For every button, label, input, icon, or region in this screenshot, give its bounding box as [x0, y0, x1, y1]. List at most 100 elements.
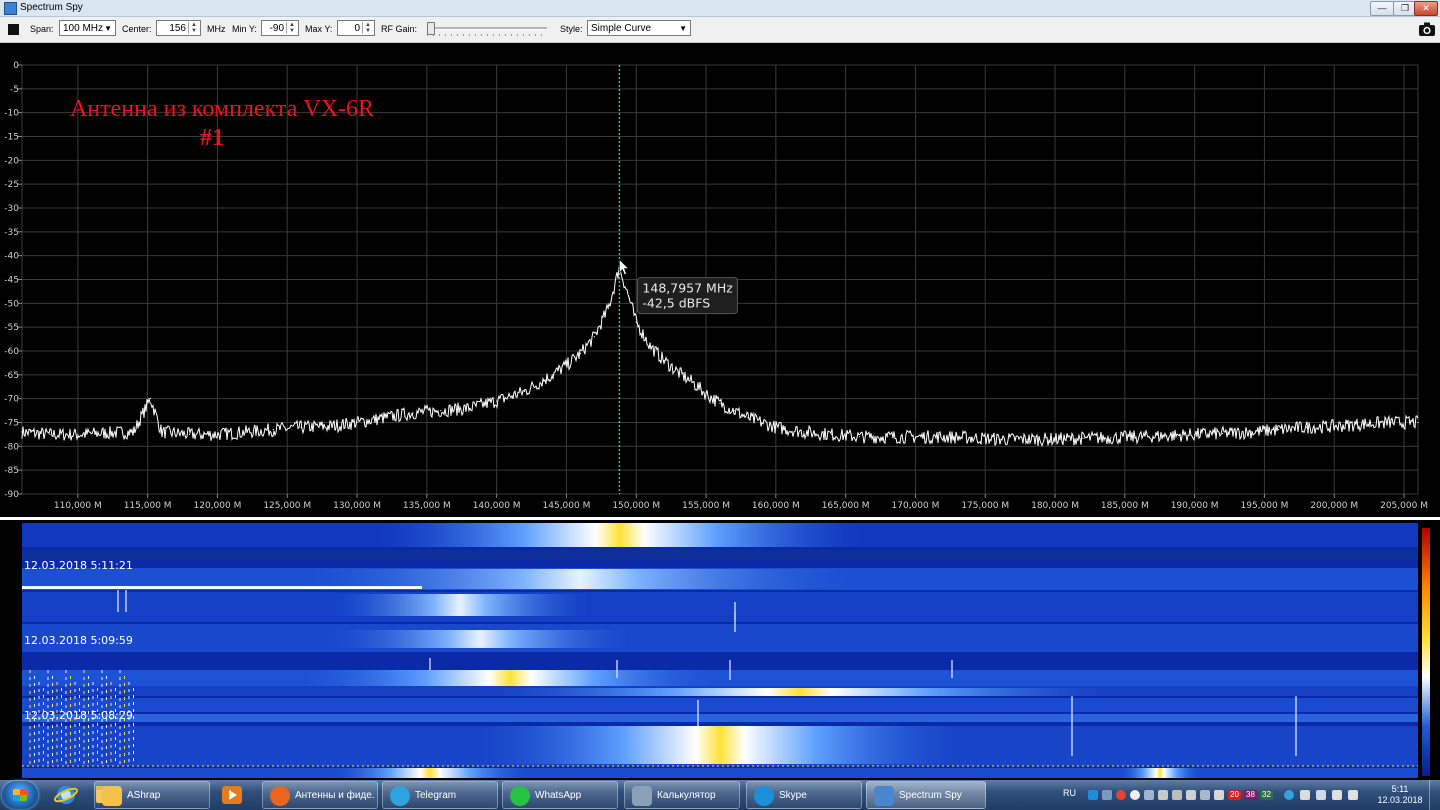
language-indicator[interactable]: RU — [1063, 788, 1076, 798]
flag-tray-icon[interactable] — [1300, 790, 1310, 800]
taskbar-task[interactable]: Spectrum Spy — [866, 781, 986, 809]
monitor-tray-icon[interactable] — [1316, 790, 1326, 800]
taskbar-task-label: WhatsApp — [535, 790, 582, 801]
spectrum-point — [1249, 431, 1252, 433]
network-tray-icon[interactable] — [1102, 790, 1112, 800]
rfgain-thumb[interactable] — [427, 22, 435, 35]
spectrum-point — [244, 431, 246, 433]
spectrum-point — [677, 371, 679, 374]
keyboard-tray-icon[interactable] — [1144, 790, 1154, 800]
spectrum-point — [384, 417, 386, 419]
internet-explorer-icon[interactable] — [48, 782, 84, 808]
x-tick-label: 110,000 M — [54, 501, 102, 511]
spectrum-point — [1221, 432, 1224, 435]
settings-tray-icon[interactable] — [1158, 790, 1168, 800]
show-desktop-button[interactable] — [1429, 780, 1440, 810]
miny-label: Min Y: — [232, 24, 257, 34]
spectrum-point — [149, 398, 152, 400]
x-tick-label: 155,000 M — [682, 501, 730, 511]
toolbar: Span: 100 MHz ▼ Center: 156 ▲ ▼ MHz Min Y… — [0, 17, 1440, 43]
taskbar-task-label: Spectrum Spy — [899, 790, 962, 801]
spectrum-point — [216, 433, 219, 436]
spectrum-point — [579, 352, 582, 354]
camera-icon[interactable] — [1418, 21, 1436, 37]
y-tick-label: -10 — [4, 109, 19, 119]
spectrum-point — [1361, 423, 1363, 425]
spectrum-point — [1166, 435, 1168, 437]
spectrum-point — [803, 431, 805, 433]
device-tray-icon[interactable] — [1200, 790, 1210, 800]
media-player-icon[interactable] — [214, 782, 250, 808]
x-tick-label: 135,000 M — [403, 501, 451, 511]
spectrum-point — [628, 297, 630, 300]
y-tick-label: -60 — [4, 347, 19, 357]
x-tick-label: 195,000 M — [1241, 501, 1289, 511]
taskbar-task[interactable]: Антенны и фиде... — [262, 781, 378, 809]
close-button[interactable]: ✕ — [1414, 1, 1438, 16]
maxy-input[interactable]: 0 ▲ ▼ — [337, 20, 375, 36]
taskbar-task[interactable]: Skype — [746, 781, 862, 809]
maxy-spinner[interactable]: ▲ ▼ — [362, 22, 373, 34]
firefox-icon — [270, 786, 290, 806]
overlay-subtitle: #1 — [200, 125, 224, 151]
taskbar-task[interactable]: Калькулятор — [624, 781, 740, 809]
usb-tray-icon[interactable] — [1186, 790, 1196, 800]
y-tick-label: -15 — [4, 133, 19, 143]
tray-badge[interactable]: 38 — [1244, 790, 1257, 800]
window-tray-icon[interactable] — [1214, 790, 1224, 800]
spectrum-point — [1333, 425, 1335, 427]
center-label: Center: — [122, 24, 152, 34]
x-tick-label: 125,000 M — [263, 501, 311, 511]
y-tick-label: -5 — [10, 85, 19, 95]
taskbar-clock[interactable]: 5:11 12.03.2018 — [1376, 784, 1424, 806]
color-swatch-icon[interactable] — [8, 24, 19, 35]
network-status-icon[interactable] — [1332, 790, 1342, 800]
spectrum-chart[interactable]: 0 -5 -10 -15 -20 -25 -30 -35 -40 -45 -50 -55 -60 -65 -… — [0, 43, 1440, 517]
x-tick-label: 160,000 M — [752, 501, 800, 511]
clock-tray-icon[interactable] — [1130, 790, 1140, 800]
chevron-down-icon: ▼ — [104, 24, 112, 33]
spectrum-point — [356, 421, 358, 424]
center-spinner[interactable]: ▲ ▼ — [188, 22, 199, 34]
y-tick-label: -30 — [4, 204, 19, 214]
x-tick-label: 150,000 M — [612, 501, 660, 511]
color-scale-bar — [1422, 528, 1430, 776]
telegram-tray-icon[interactable] — [1284, 790, 1294, 800]
chrome-tray-icon[interactable] — [1116, 790, 1126, 800]
cursor-tooltip: 148,7957 MHz -42,5 dBFS — [636, 277, 738, 315]
taskbar-task[interactable]: AShrap — [94, 781, 210, 809]
spectrum-point — [942, 436, 944, 438]
skype-tray-icon[interactable] — [1088, 790, 1098, 800]
chevron-down-icon: ▼ — [679, 24, 687, 33]
start-button[interactable] — [2, 781, 38, 809]
taskbar-task-label: Антенны и фиде... — [295, 790, 375, 801]
telegram-icon — [390, 786, 410, 806]
minimize-button[interactable]: — — [1370, 1, 1394, 16]
taskbar-task[interactable]: WhatsApp — [502, 781, 618, 809]
tray-badge[interactable]: 20 — [1228, 790, 1241, 800]
waterfall-timestamp: 12.03.2018 5:08:29 — [24, 709, 133, 722]
y-tick-label: -35 — [4, 228, 19, 238]
center-value: 156 — [169, 23, 186, 34]
x-tick-label: 115,000 M — [124, 501, 172, 511]
app-icon — [4, 2, 17, 15]
tray-badge[interactable]: 32 — [1260, 790, 1273, 800]
taskbar-task[interactable]: Telegram — [382, 781, 498, 809]
window-titlebar: Spectrum Spy — ❐ ✕ — [0, 0, 1440, 17]
waterfall-display[interactable]: 12.03.2018 5:11:21 12.03.2018 5:09:59 12… — [0, 520, 1440, 780]
style-select[interactable]: Simple Curve ▼ — [587, 20, 691, 36]
skype-icon — [754, 786, 774, 806]
miny-input[interactable]: -90 ▲ ▼ — [261, 20, 299, 36]
volume-icon[interactable] — [1348, 790, 1358, 800]
rfgain-slider[interactable] — [425, 22, 549, 36]
spectrum-point — [1110, 437, 1112, 439]
spectrum-point — [733, 409, 735, 412]
spectrum-spy-icon — [874, 786, 894, 806]
miny-spinner[interactable]: ▲ ▼ — [286, 22, 297, 34]
tools-tray-icon[interactable] — [1172, 790, 1182, 800]
x-tick-label: 120,000 M — [194, 501, 242, 511]
y-tick-label: -65 — [4, 371, 19, 381]
center-input[interactable]: 156 ▲ ▼ — [156, 20, 201, 36]
span-select[interactable]: 100 MHz ▼ — [59, 20, 116, 36]
spectrum-point — [523, 390, 526, 393]
